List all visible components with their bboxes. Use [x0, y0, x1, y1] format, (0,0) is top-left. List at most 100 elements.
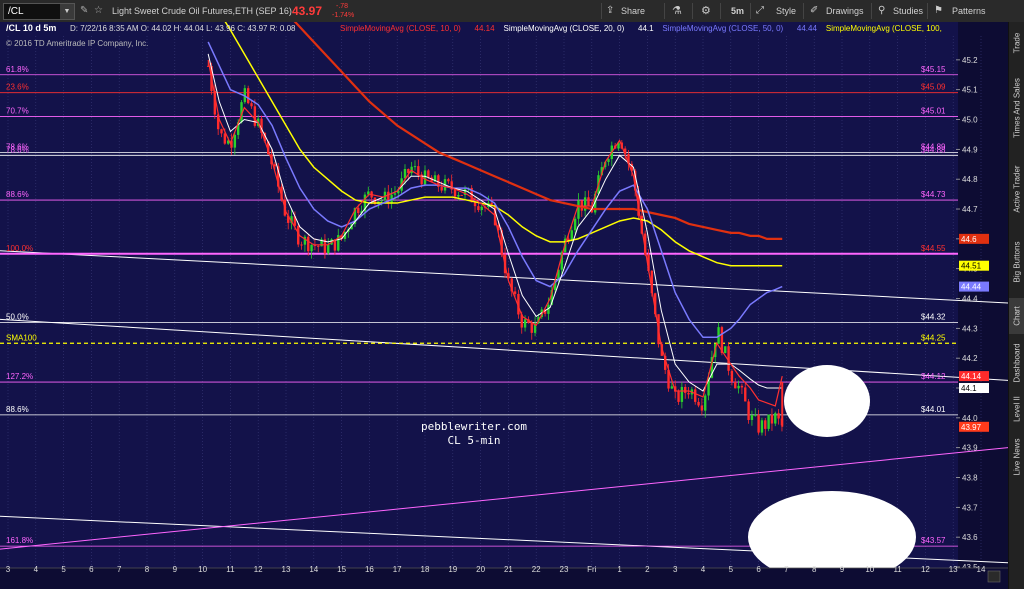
- sidebar-tab-times-and-sales[interactable]: Times And Sales: [1009, 66, 1024, 150]
- x-tick-label: 13: [949, 565, 958, 574]
- flask-icon[interactable]: ⚗: [672, 0, 682, 22]
- sidebar-tab-active-trader[interactable]: Active Trader: [1009, 152, 1024, 226]
- sidebar-tab-big-buttons[interactable]: Big Buttons: [1009, 228, 1024, 296]
- price-chart[interactable]: 61.8% $45.15 23.6% $45.09 70.7% $45.01 78.6% $4…: [0, 22, 1008, 589]
- x-tick-label: 6: [756, 565, 761, 574]
- sidebar-tab-live-news[interactable]: Live News: [1009, 428, 1024, 486]
- symbol-selector[interactable]: /CL ▼: [3, 3, 75, 20]
- candle-body: [697, 401, 700, 406]
- candle-body: [417, 166, 420, 175]
- toolbar-divider: [750, 3, 751, 19]
- x-tick-label: 12: [254, 565, 263, 574]
- fib-level-value: $45.15: [921, 65, 946, 74]
- sidebar-tab-label: Times And Sales: [1012, 78, 1022, 138]
- candle-body: [413, 166, 417, 168]
- gear-icon[interactable]: ⚙: [701, 0, 711, 22]
- candle-body: [317, 245, 320, 247]
- fib-level-label: 88.6%: [6, 405, 29, 414]
- edit-icon[interactable]: ✎: [80, 0, 88, 22]
- study-header-label: SimpleMovingAvg (CLOSE, 10, 0): [340, 24, 461, 33]
- candle-body: [480, 206, 483, 211]
- sidebar-tab-level-ii[interactable]: Level II: [1009, 392, 1024, 426]
- candle-body: [447, 179, 450, 182]
- right-sidebar: Trade Times And Sales Active Trader Big …: [1008, 22, 1024, 589]
- sidebar-tab-dashboard[interactable]: Dashboard: [1009, 336, 1024, 390]
- candle-body: [403, 168, 407, 179]
- candle-body: [233, 134, 237, 148]
- star-icon[interactable]: ☆: [94, 0, 103, 22]
- price-tag-label: 44.44: [961, 283, 982, 292]
- x-tick-label: 8: [812, 565, 817, 574]
- candle-body: [740, 385, 744, 388]
- last-price: 43.97: [292, 4, 323, 18]
- studies-button[interactable]: Studies: [893, 0, 923, 22]
- toolbar-divider: [871, 3, 872, 19]
- candle-body: [757, 414, 760, 433]
- x-tick-label: 7: [117, 565, 122, 574]
- candle-body: [300, 244, 303, 246]
- fib-level-label: 23.6%: [6, 83, 29, 92]
- fib-level-label: 78.6%: [6, 145, 29, 154]
- candle-body: [220, 129, 223, 134]
- x-tick-label: 9: [173, 565, 178, 574]
- candle-body: [687, 392, 690, 395]
- patterns-icon[interactable]: ⚑: [934, 0, 943, 22]
- x-tick-label: 11: [893, 565, 902, 574]
- x-tick-label: 6: [89, 565, 94, 574]
- x-tick-label: 23: [560, 565, 569, 574]
- candle: [724, 346, 727, 354]
- y-tick-label: 43.6: [962, 533, 978, 542]
- pointer-icon[interactable]: ⤢: [756, 0, 764, 22]
- x-tick-label: 8: [145, 565, 150, 574]
- sidebar-tab-trade[interactable]: Trade: [1009, 22, 1024, 64]
- candle-body: [677, 391, 680, 402]
- sidebar-tab-label: Trade: [1012, 32, 1022, 54]
- candle-body: [724, 346, 727, 354]
- copyright-text: © 2016 TD Ameritrade IP Company, Inc.: [6, 39, 148, 48]
- share-icon[interactable]: ⇪: [606, 0, 614, 22]
- candle-body: [570, 230, 573, 241]
- y-tick-label: 43.8: [962, 474, 978, 483]
- fib-level-label: 70.7%: [6, 107, 29, 116]
- fib-level-value: $44.01: [921, 405, 946, 414]
- candle-body: [253, 106, 257, 126]
- x-tick-label: 17: [393, 565, 402, 574]
- x-tick-label: 16: [365, 565, 374, 574]
- sidebar-tab-label: Live News: [1012, 438, 1022, 476]
- y-tick-label: 43.9: [962, 444, 978, 453]
- fib-level-value: $44.32: [921, 312, 946, 321]
- x-tick-label: 14: [977, 565, 986, 574]
- patterns-button[interactable]: Patterns: [952, 0, 986, 22]
- x-tick-label: 13: [282, 565, 291, 574]
- chart-toolbar: /CL ▼ ✎ ☆ Light Sweet Crude Oil Futures,…: [0, 0, 1024, 23]
- style-button[interactable]: Style: [776, 0, 796, 22]
- drawings-icon[interactable]: ✐: [810, 0, 818, 22]
- ohlc-readout: D: 7/22/16 8:35 AM O: 44.02 H: 44.04 L: …: [70, 24, 296, 33]
- x-tick-label: 10: [198, 565, 207, 574]
- price-tag-label: 44.14: [961, 372, 982, 381]
- studies-icon[interactable]: ⚲: [878, 0, 885, 22]
- interval-selector[interactable]: 5m: [731, 0, 744, 22]
- fib-level-label: 127.2%: [6, 372, 33, 381]
- y-tick-label: 44.7: [962, 205, 978, 214]
- chevron-down-icon[interactable]: ▼: [60, 4, 74, 19]
- study-header-value: 44.44: [797, 24, 818, 33]
- candle-body: [453, 189, 457, 197]
- candle-body: [307, 236, 310, 252]
- candle-body: [357, 207, 360, 214]
- sma100-level-label: SMA100: [6, 333, 37, 342]
- fib-level-value: $44.12: [921, 372, 946, 381]
- candle-body: [700, 405, 704, 411]
- x-tick-label: Fri: [587, 565, 597, 574]
- candle-body: [457, 194, 460, 197]
- candle-body: [473, 202, 477, 207]
- y-tick-label: 44.0: [962, 414, 978, 423]
- sidebar-tab-chart[interactable]: Chart: [1009, 298, 1024, 334]
- x-tick-label: 3: [673, 565, 678, 574]
- share-button[interactable]: Share: [621, 0, 645, 22]
- x-axis-scroll-button: [987, 570, 1001, 583]
- watermark-timeframe: CL 5-min: [448, 434, 501, 447]
- candle: [767, 414, 770, 432]
- drawings-button[interactable]: Drawings: [826, 0, 864, 22]
- toolbar-divider: [692, 3, 693, 19]
